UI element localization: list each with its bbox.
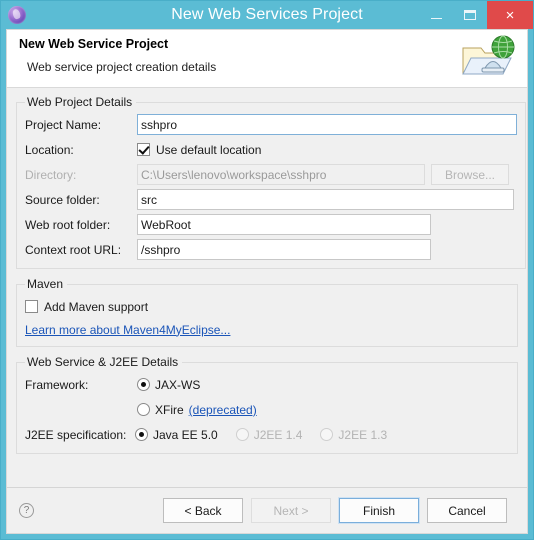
- web-root-folder-input[interactable]: [137, 214, 431, 235]
- xfire-deprecated-link[interactable]: (deprecated): [189, 403, 257, 417]
- back-button[interactable]: < Back: [163, 498, 243, 523]
- next-button: Next >: [251, 498, 331, 523]
- dialog-window: New Web Services Project × New Web Servi…: [0, 0, 534, 540]
- web-service-project-icon: [459, 34, 517, 84]
- close-icon: ×: [505, 6, 515, 24]
- checkbox-icon: [137, 143, 150, 156]
- radio-icon: [135, 428, 148, 441]
- radio-j2ee-13: J2EE 1.3: [320, 428, 387, 442]
- radio-icon: [235, 428, 249, 441]
- maximize-button[interactable]: [453, 1, 487, 29]
- row-framework: Framework: JAX-WS: [25, 373, 509, 396]
- context-root-url-label: Context root URL:: [25, 242, 122, 257]
- source-folder-label: Source folder:: [25, 192, 100, 207]
- group-web-service-j2ee-details: Web Service & J2EE Details Framework: JA…: [16, 355, 518, 454]
- row-web-root-folder: Web root folder:: [25, 213, 517, 236]
- project-name-input[interactable]: [137, 114, 517, 135]
- wizard-navigation-buttons: < Back Next > Finish Cancel: [163, 497, 515, 524]
- row-context-root-url: Context root URL:: [25, 238, 517, 261]
- context-root-url-input[interactable]: [137, 239, 431, 260]
- radio-j2ee-14-label: J2EE 1.4: [253, 427, 303, 442]
- group-web-project-details: Web Project Details Project Name: Locati…: [16, 95, 526, 269]
- radio-framework-xfire[interactable]: XFire: [137, 403, 184, 417]
- maximize-icon: [464, 10, 476, 20]
- radio-framework-xfire-label: XFire: [155, 402, 184, 417]
- group-legend-maven: Maven: [27, 277, 64, 291]
- wizard-form: Web Project Details Project Name: Locati…: [7, 88, 527, 487]
- directory-label: Directory:: [25, 167, 77, 182]
- row-j2ee-specification: J2EE specification: Java EE 5.0 J2EE 1.4…: [25, 423, 509, 446]
- title-bar[interactable]: New Web Services Project ×: [1, 1, 533, 29]
- maven4myeclipse-link[interactable]: Learn more about Maven4MyEclipse...: [25, 323, 230, 337]
- add-maven-support-label: Add Maven support: [44, 299, 149, 314]
- add-maven-support-checkbox[interactable]: Add Maven support: [25, 300, 148, 314]
- row-maven-link: Learn more about Maven4MyEclipse...: [25, 320, 509, 339]
- myeclipse-logo-icon: [8, 6, 26, 24]
- row-location: Location: Use default location: [25, 138, 517, 161]
- row-project-name: Project Name:: [25, 113, 517, 136]
- banner-title: New Web Service Project: [19, 37, 169, 51]
- source-folder-input[interactable]: [137, 189, 514, 210]
- radio-framework-jaxws-label: JAX-WS: [155, 377, 201, 392]
- row-framework-xfire: XFire (deprecated): [25, 398, 509, 421]
- radio-framework-jaxws[interactable]: JAX-WS: [137, 378, 200, 392]
- j2ee-specification-label: J2EE specification:: [25, 427, 127, 442]
- cancel-button[interactable]: Cancel: [427, 498, 507, 523]
- radio-j2ee-13-label: J2EE 1.3: [338, 427, 388, 442]
- row-add-maven-support: Add Maven support: [25, 295, 509, 318]
- banner-subtitle: Web service project creation details: [27, 60, 217, 74]
- directory-input: [137, 164, 425, 185]
- radio-icon: [137, 403, 150, 416]
- dialog-client-area: New Web Service Project Web service proj…: [6, 29, 528, 534]
- radio-j2ee-java-ee-50[interactable]: Java EE 5.0: [135, 428, 218, 442]
- minimize-icon: [430, 17, 442, 19]
- window-controls: ×: [419, 1, 533, 29]
- finish-button[interactable]: Finish: [338, 497, 420, 524]
- group-legend-web-project-details: Web Project Details: [27, 95, 133, 109]
- close-button[interactable]: ×: [487, 1, 533, 29]
- use-default-location-checkbox[interactable]: Use default location: [137, 143, 261, 157]
- help-icon[interactable]: ?: [19, 503, 34, 518]
- web-root-folder-label: Web root folder:: [25, 217, 111, 232]
- wizard-banner: New Web Service Project Web service proj…: [7, 30, 527, 88]
- radio-icon: [320, 428, 334, 441]
- minimize-button[interactable]: [419, 1, 453, 29]
- browse-button: Browse...: [431, 164, 509, 185]
- radio-icon: [137, 378, 150, 391]
- checkbox-icon: [25, 300, 38, 313]
- project-name-label: Project Name:: [25, 117, 102, 132]
- framework-label: Framework:: [25, 377, 89, 392]
- group-legend-web-service-j2ee: Web Service & J2EE Details: [27, 355, 179, 369]
- group-maven: Maven Add Maven support Learn more about…: [16, 277, 518, 347]
- use-default-location-label: Use default location: [156, 142, 262, 157]
- location-label: Location:: [25, 142, 74, 157]
- radio-j2ee-14: J2EE 1.4: [235, 427, 303, 442]
- row-source-folder: Source folder:: [25, 188, 517, 211]
- dialog-button-bar: ? < Back Next > Finish Cancel: [7, 487, 527, 533]
- radio-j2ee-java-ee-50-label: Java EE 5.0: [153, 427, 218, 442]
- row-directory: Directory: Browse...: [25, 163, 517, 186]
